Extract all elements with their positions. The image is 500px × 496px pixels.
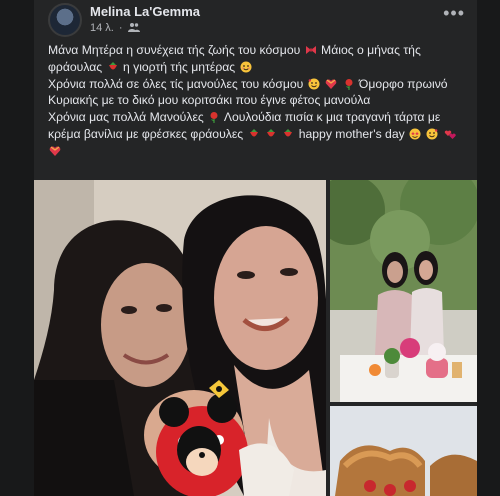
text-line: η γιορτή τής μητέρας: [122, 59, 236, 74]
text-paragraph-2: Χρόνια πολλά σε όλες τίς μανούλες του κό…: [48, 76, 468, 110]
smiling-face-hearts-emoji-icon: [426, 128, 438, 140]
author-name[interactable]: Melina La'Gemma: [90, 4, 200, 19]
post-text: Μάνα Μητέρα η συνέχεια τής ζωής του κόσμ…: [48, 42, 468, 160]
text-line: Χρόνια μας πολλά Μανούλες: [48, 110, 204, 125]
rose-emoji-icon: [210, 112, 218, 124]
text-line: Μάνα Μητέρα η συνέχεια τής ζωής του κόσμ…: [48, 43, 301, 57]
smiling-face-hearts-emoji-icon: [308, 78, 320, 90]
strawberry-emoji-icon: [249, 128, 258, 137]
more-options-icon[interactable]: •••: [443, 4, 465, 22]
strawberry-emoji-icon: [266, 128, 275, 137]
post-card: Melina La'Gemma 14 λ. · ••• Μάνα Μητέρα …: [34, 0, 477, 496]
ribbon-emoji-icon: [305, 46, 316, 54]
text-line: Χρόνια πολλά σε όλες τίς μανούλες του κό…: [48, 76, 304, 91]
meta-separator: ·: [118, 22, 123, 34]
smiling-face-emoji-icon: [240, 61, 252, 73]
author-avatar[interactable]: [48, 3, 82, 37]
strawberry-emoji-icon: [284, 128, 293, 137]
post-header: Melina La'Gemma 14 λ. · •••: [34, 0, 477, 40]
rose-emoji-icon: [345, 78, 352, 90]
tart-illustration: [330, 406, 477, 496]
star-struck-emoji-icon: [409, 128, 421, 140]
strawberry-emoji-icon: [108, 61, 117, 70]
garden-illustration: [330, 180, 477, 402]
photo-food[interactable]: [330, 406, 477, 496]
post-meta: 14 λ. ·: [90, 22, 140, 34]
text-paragraph-1: Μάνα Μητέρα η συνέχεια τής ζωής του κόσμ…: [48, 42, 468, 76]
people-icon: [127, 23, 140, 32]
heart-ribbon-emoji-icon: [49, 146, 61, 156]
portrait-illustration: [34, 180, 326, 496]
text-paragraph-3: Χρόνια μας πολλά Μανούλες Λουλούδια πισί…: [48, 109, 468, 159]
text-line: happy mother's day: [298, 126, 405, 141]
revolving-hearts-emoji-icon: [444, 130, 456, 139]
post-time[interactable]: 14 λ.: [90, 22, 114, 34]
photo-main[interactable]: [34, 180, 326, 496]
heart-ribbon-emoji-icon: [325, 79, 337, 89]
photo-grid: [34, 180, 477, 496]
photo-garden[interactable]: [330, 180, 477, 402]
